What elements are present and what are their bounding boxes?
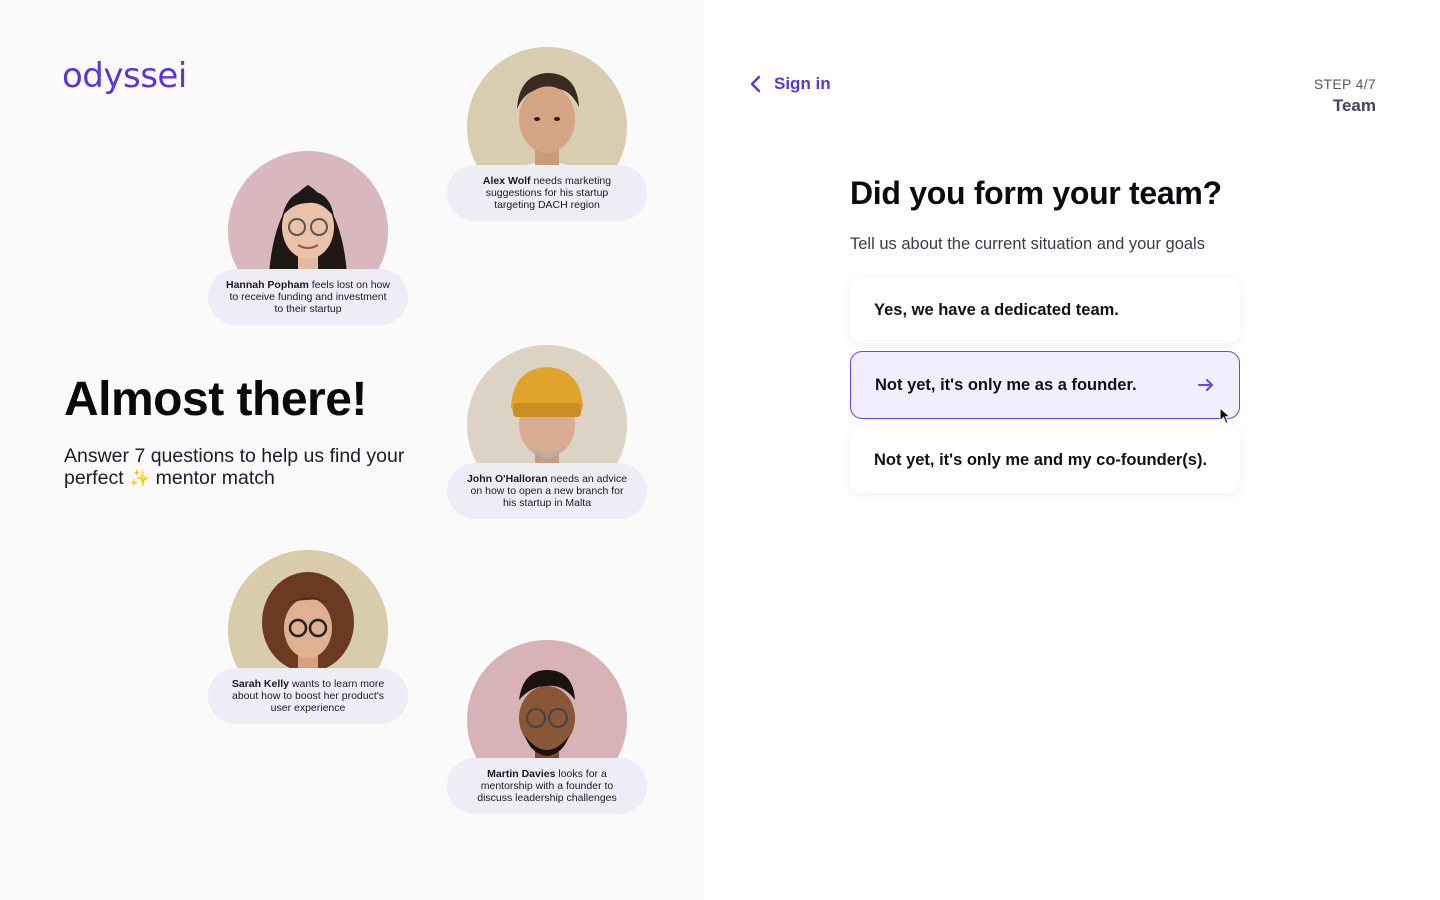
chevron-left-icon — [750, 75, 761, 93]
persona-card-alex-wolf: Alex Wolf needs marketing suggestions fo… — [447, 47, 647, 227]
persona-name: Sarah Kelly — [231, 678, 290, 690]
question-title: Did you form your team? — [850, 175, 1222, 211]
subline-text-end: mentor match — [150, 467, 275, 489]
persona-card-hannah-popham: Hannah Popham feels lost on how to recei… — [208, 151, 408, 331]
persona-caption: John O'Halloran needs an advice on how t… — [447, 463, 647, 519]
odyssei-logo[interactable]: odyssei — [62, 56, 187, 96]
step-number: STEP 4/7 — [1313, 76, 1376, 92]
question-description: Tell us about the current situation and … — [850, 235, 1205, 253]
back-to-sign-in-link[interactable]: Sign in — [748, 74, 831, 94]
step-indicator: STEP 4/7 Team — [1314, 76, 1376, 116]
persona-caption: Martin Davies looks for a mentorship wit… — [447, 758, 647, 814]
persona-name: Alex Wolf — [482, 175, 531, 187]
persona-name: Martin Davies — [487, 768, 556, 780]
page-headline: Almost there! — [64, 373, 367, 426]
option-label: Not yet, it's only me and my co-founder(… — [874, 450, 1208, 469]
back-link-label: Sign in — [774, 74, 831, 93]
option-label: Yes, we have a dedicated team. — [874, 300, 1119, 319]
option-only-me-founder[interactable]: Not yet, it's only me as a founder. — [850, 351, 1240, 419]
option-dedicated-team[interactable]: Yes, we have a dedicated team. — [850, 277, 1240, 343]
left-panel: odyssei Alex Wolf needs marketing sugges… — [0, 0, 704, 900]
persona-name: John O'Halloran — [466, 473, 548, 485]
sparkles-icon: ✨ — [129, 469, 151, 488]
persona-card-sarah-kelly: Sarah Kelly wants to learn more about ho… — [208, 550, 408, 730]
arrow-right-icon — [1198, 379, 1213, 391]
mouse-cursor-icon — [1219, 407, 1231, 425]
option-me-and-cofounders[interactable]: Not yet, it's only me and my co-founder(… — [850, 427, 1240, 493]
persona-caption: Sarah Kelly wants to learn more about ho… — [208, 668, 408, 724]
page-subline: Answer 7 questions to help us find your … — [64, 445, 424, 490]
persona-name: Hannah Popham — [226, 279, 309, 291]
step-name: Team — [1332, 96, 1376, 115]
persona-card-martin-davies: Martin Davies looks for a mentorship wit… — [447, 640, 647, 820]
persona-caption: Alex Wolf needs marketing suggestions fo… — [447, 165, 647, 221]
persona-card-john-ohalloran: John O'Halloran needs an advice on how t… — [447, 345, 647, 525]
option-label: Not yet, it's only me as a founder. — [875, 375, 1137, 394]
persona-caption: Hannah Popham feels lost on how to recei… — [208, 269, 408, 325]
